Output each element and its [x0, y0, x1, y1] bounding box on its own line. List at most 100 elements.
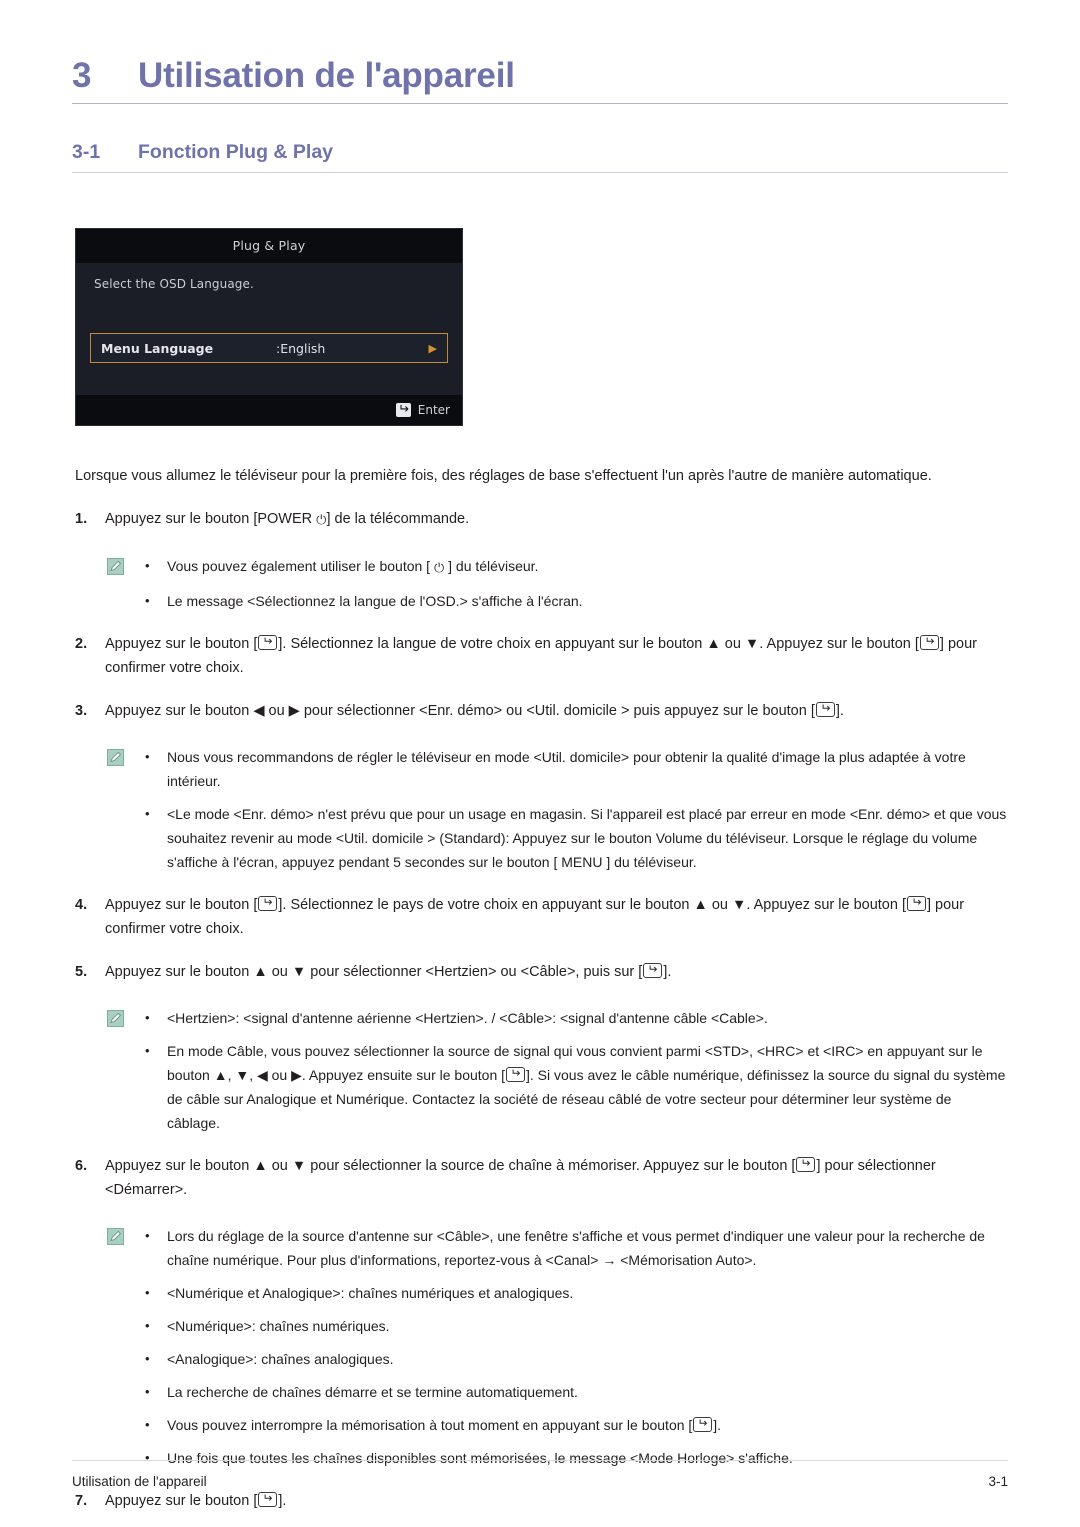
step-number: 6.	[75, 1157, 88, 1174]
bullet-icon: •	[145, 1284, 150, 1300]
note-item-text: Nous vous recommandons de régler le télé…	[167, 748, 966, 789]
note-pencil-icon	[107, 1006, 145, 1135]
note-item-text: <Hertzien>: <signal d'antenne aérienne <…	[167, 1009, 768, 1026]
bullet-icon: •	[145, 748, 150, 764]
power-icon: ⏻	[316, 511, 327, 527]
note-pencil-icon	[107, 554, 145, 613]
note-item: • <Numérique>: chaînes numériques.	[145, 1314, 1008, 1338]
step-number: 5.	[75, 963, 88, 980]
osd-enter-label: Enter	[417, 403, 450, 417]
note-block: • Vous pouvez également utiliser le bouto…	[72, 554, 1008, 613]
procedure-step: 3. Appuyez sur le bouton ◀ ou ▶ pour séle…	[72, 699, 1008, 723]
procedure-step: 4. Appuyez sur le bouton []. Sélectionnez…	[72, 893, 1008, 941]
power-icon: ⏻	[433, 559, 445, 575]
section-heading: 3-1 Fonction Plug & Play	[72, 104, 1008, 164]
note-item: • <Analogique>: chaînes analogiques.	[145, 1347, 1008, 1371]
note-item-text: <Analogique>: chaînes analogiques.	[167, 1350, 394, 1367]
bullet-icon: •	[145, 1042, 150, 1058]
note-item-text: La recherche de chaînes démarre et se te…	[167, 1383, 578, 1400]
note-item: • La recherche de chaînes démarre et se t…	[145, 1380, 1008, 1404]
note-item: • Vous pouvez également utiliser le bouto…	[145, 554, 1008, 580]
chapter-number: 3	[72, 56, 92, 95]
enter-key-icon	[506, 1066, 526, 1082]
section-number: 3-1	[72, 141, 101, 163]
osd-body: Select the OSD Language. Menu Language :…	[76, 263, 462, 395]
osd-menu: Plug & Play Select the OSD Language. Men…	[75, 228, 463, 426]
bullet-icon: •	[145, 1317, 150, 1333]
note-item-text: <Le mode <Enr. démo> n'est prévu que pou…	[167, 805, 1007, 870]
note-block: • Lors du réglage de la source d'antenne …	[72, 1224, 1008, 1470]
note-item-text: Vous pouvez également utiliser le bouton…	[167, 554, 1008, 580]
step-number: 4.	[75, 896, 88, 913]
step-number: 1.	[75, 510, 88, 527]
note-item: • Lors du réglage de la source d'antenne …	[145, 1224, 1008, 1272]
note-item: • En mode Câble, vous pouvez sélectionner…	[145, 1039, 1008, 1135]
enter-key-icon	[395, 403, 411, 417]
note-item-text: Vous pouvez interrompre la mémorisation …	[167, 1413, 1008, 1437]
procedure-step: 1. Appuyez sur le bouton [POWER ⏻] de la …	[72, 507, 1008, 532]
enter-key-icon	[258, 895, 278, 911]
procedure-step: 6. Appuyez sur le bouton ▲ ou ▼ pour séle…	[72, 1154, 1008, 1202]
note-item: • <Numérique et Analogique>: chaînes numé…	[145, 1281, 1008, 1305]
osd-instruction: Select the OSD Language.	[94, 277, 254, 291]
step-text: Appuyez sur le bouton [POWER ⏻] de la té…	[105, 507, 998, 532]
note-block: • <Hertzien>: <signal d'antenne aérienne …	[72, 1006, 1008, 1135]
step-text: Appuyez sur le bouton []. Sélectionnez l…	[105, 632, 998, 680]
note-item: • <Le mode <Enr. démo> n'est prévu que po…	[145, 802, 1008, 874]
enter-key-icon	[643, 962, 663, 978]
note-list: • Nous vous recommandons de régler le tél…	[145, 745, 1008, 874]
note-item-text: <Numérique>: chaînes numériques.	[167, 1317, 390, 1334]
osd-figure: Plug & Play Select the OSD Language. Men…	[72, 173, 1008, 426]
enter-key-icon	[919, 634, 939, 650]
note-pencil-icon	[107, 745, 145, 874]
enter-key-icon	[906, 895, 926, 911]
bullet-icon: •	[145, 1009, 150, 1025]
osd-row-value: :English	[276, 340, 326, 356]
osd-title: Plug & Play	[76, 229, 462, 263]
note-list: • <Hertzien>: <signal d'antenne aérienne …	[145, 1006, 1008, 1135]
note-item-text: <Numérique et Analogique>: chaînes numér…	[167, 1284, 574, 1301]
note-item-text: Le message <Sélectionnez la langue de l'…	[167, 592, 583, 609]
note-item-text: Lors du réglage de la source d'antenne s…	[167, 1227, 985, 1268]
bullet-icon: •	[145, 1350, 150, 1366]
bullet-icon: •	[145, 1383, 150, 1399]
note-item: • <Hertzien>: <signal d'antenne aérienne …	[145, 1006, 1008, 1030]
bullet-icon: •	[145, 1416, 150, 1432]
osd-row-label: Menu Language	[101, 340, 214, 356]
page-footer: Utilisation de l'appareil 3-1	[72, 1460, 1008, 1489]
enter-key-icon	[258, 634, 278, 650]
note-pencil-icon	[107, 1224, 145, 1470]
manual-page: 3 Utilisation de l'appareil 3-1 Fonction…	[0, 0, 1080, 1527]
step-list: 6. Appuyez sur le bouton ▲ ou ▼ pour séle…	[72, 1154, 1008, 1202]
step-list: 2. Appuyez sur le bouton []. Sélectionnez…	[72, 632, 1008, 723]
intro-paragraph: Lorsque vous allumez le téléviseur pour …	[75, 467, 932, 484]
bullet-icon: •	[145, 557, 150, 573]
step-number: 3.	[75, 702, 88, 719]
step-text: Appuyez sur le bouton ▲ ou ▼ pour sélect…	[105, 960, 998, 984]
note-item: • Le message <Sélectionnez la langue de l…	[145, 589, 1008, 613]
chapter-title: Utilisation de l'appareil	[138, 56, 515, 95]
enter-key-icon	[258, 1491, 278, 1507]
step-text: Appuyez sur le bouton [].	[105, 1489, 998, 1513]
procedure-step: 5. Appuyez sur le bouton ▲ ou ▼ pour séle…	[72, 960, 1008, 984]
note-item-text: En mode Câble, vous pouvez sélectionner …	[167, 1039, 1008, 1135]
footer-left-text: Utilisation de l'appareil	[72, 1474, 207, 1489]
procedure-step: 2. Appuyez sur le bouton []. Sélectionnez…	[72, 632, 1008, 680]
enter-key-icon	[693, 1416, 713, 1432]
section-title: Fonction Plug & Play	[138, 141, 334, 163]
note-block: • Nous vous recommandons de régler le tél…	[72, 745, 1008, 874]
procedure-content: 1. Appuyez sur le bouton [POWER ⏻] de la …	[72, 507, 1008, 1513]
chapter-heading: 3 Utilisation de l'appareil	[72, 0, 1008, 96]
note-list: • Vous pouvez également utiliser le bouto…	[145, 554, 1008, 613]
chevron-right-icon[interactable]: ▶	[429, 342, 437, 355]
enter-key-icon	[796, 1156, 816, 1172]
note-item: • Nous vous recommandons de régler le tél…	[145, 745, 1008, 793]
step-text: Appuyez sur le bouton ◀ ou ▶ pour sélect…	[105, 699, 998, 723]
procedure-step: 7. Appuyez sur le bouton [].	[72, 1489, 1008, 1513]
enter-key-icon	[815, 701, 835, 717]
bullet-icon: •	[145, 592, 150, 608]
osd-menu-language-row[interactable]: Menu Language :English ▶	[90, 333, 448, 363]
bullet-icon: •	[145, 1227, 150, 1243]
footer-page-number: 3-1	[988, 1474, 1008, 1489]
step-list: 7. Appuyez sur le bouton [].	[72, 1489, 1008, 1513]
